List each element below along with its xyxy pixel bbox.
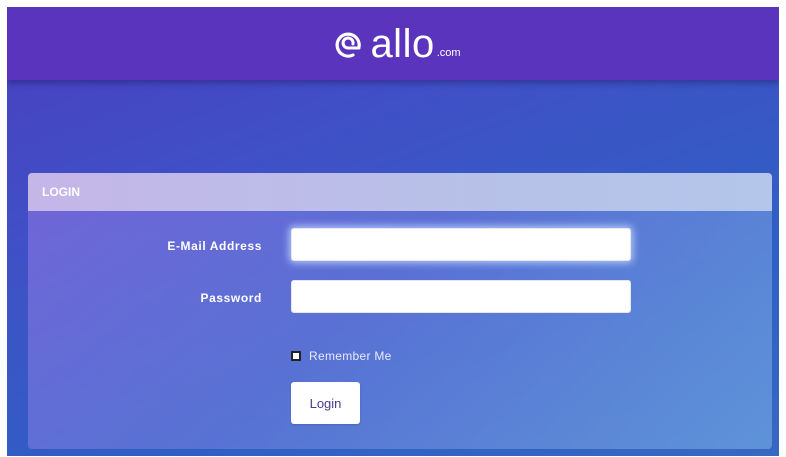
password-field[interactable] xyxy=(291,280,631,313)
remember-me-checkbox[interactable] xyxy=(291,351,301,361)
login-panel-title: LOGIN xyxy=(42,185,80,199)
allo-swirl-logo-icon xyxy=(336,32,362,58)
password-label: Password xyxy=(200,291,262,305)
email-label: E-Mail Address xyxy=(167,239,262,253)
login-button[interactable]: Login xyxy=(291,382,360,424)
login-panel-header: LOGIN xyxy=(28,173,772,211)
top-header-bar: allo .com xyxy=(7,7,779,80)
remember-me-option[interactable]: Remember Me xyxy=(291,349,392,363)
logo-wordmark: allo xyxy=(370,21,435,66)
brand-logo[interactable]: allo .com xyxy=(333,21,461,66)
logo-domain-suffix: .com xyxy=(436,46,461,59)
remember-me-label[interactable]: Remember Me xyxy=(309,349,392,363)
email-field[interactable] xyxy=(291,228,631,261)
page-frame: allo .com LOGIN E-Mail Address Password … xyxy=(7,7,779,456)
login-panel: LOGIN E-Mail Address Password Remember M… xyxy=(28,173,772,449)
